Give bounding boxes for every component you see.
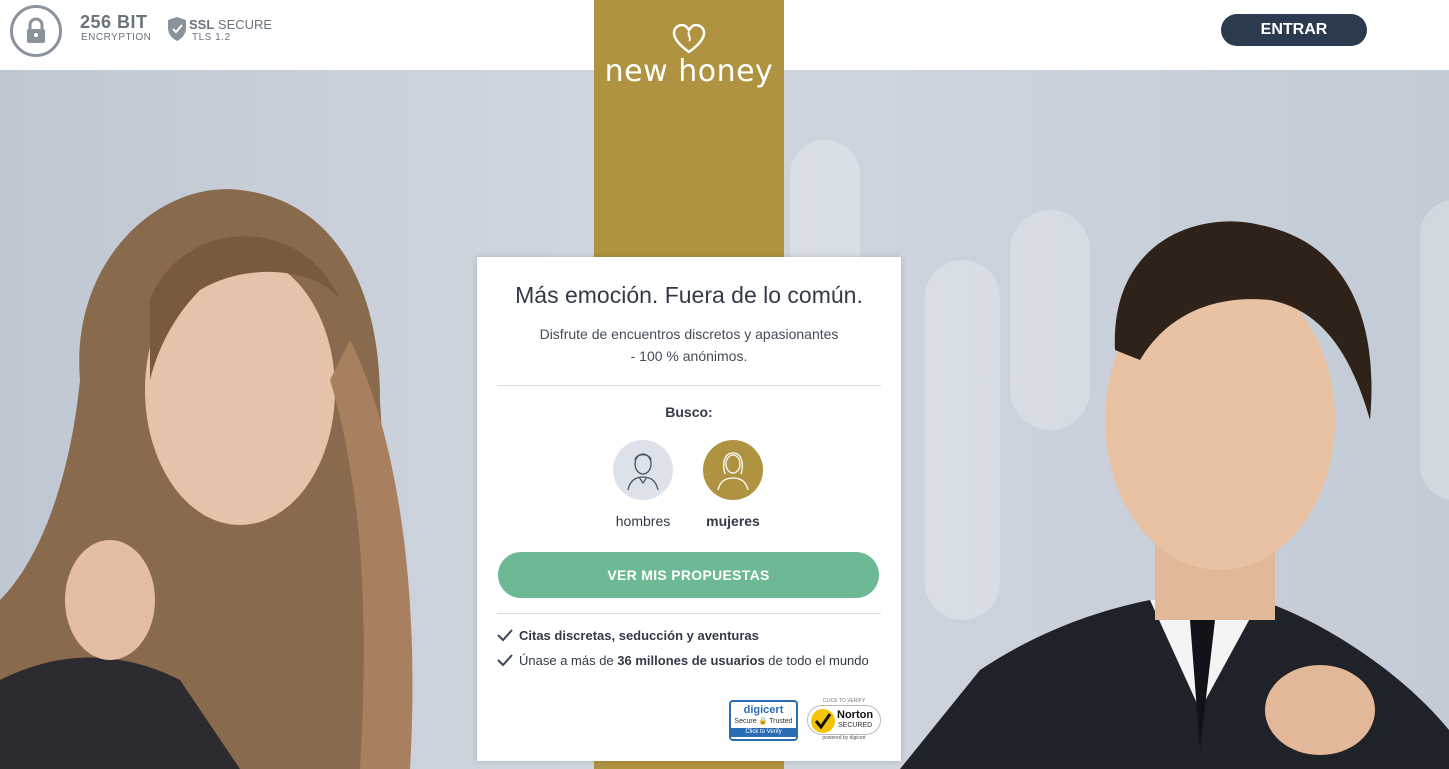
- benefit-text: Únase a más de: [519, 653, 618, 668]
- divider: [497, 385, 881, 386]
- benefit-item: Citas discretas, seducción y aventuras: [497, 627, 877, 644]
- man-photo: [900, 221, 1449, 769]
- norton-name: Norton: [837, 709, 874, 721]
- heart-icon: [672, 24, 706, 54]
- digicert-name: digicert: [743, 704, 784, 716]
- norton-badge[interactable]: CLICK TO VERIFY Norton SECURED powered b…: [807, 698, 881, 742]
- seeking-label: Busco:: [665, 404, 713, 420]
- benefit-highlight: 36 millones de usuarios: [617, 653, 765, 668]
- encryption-title: 256 BIT: [80, 12, 148, 32]
- norton-top: CLICK TO VERIFY: [822, 698, 866, 704]
- norton-secured: SECURED: [838, 722, 873, 729]
- ssl-secure-title: SSL SECURE: [189, 17, 272, 32]
- man-icon[interactable]: [613, 440, 673, 500]
- option-men[interactable]: hombres: [603, 440, 683, 529]
- benefit-item: Únase a más de 36 millones de usuarios d…: [497, 652, 877, 669]
- divider: [497, 613, 881, 614]
- ssl-label: SSL: [189, 17, 215, 32]
- view-proposals-button[interactable]: VER MIS PROPUESTAS: [498, 552, 879, 598]
- encryption-subtitle: ENCRYPTION: [81, 32, 152, 43]
- secure-label: SECURE: [214, 17, 273, 32]
- digicert-verify: Click to Verify: [731, 728, 796, 737]
- woman-photo: [0, 189, 413, 769]
- benefit-text: de todo el mundo: [764, 653, 869, 668]
- option-men-label: hombres: [615, 513, 671, 529]
- subtitle-line-2: - 100 % anónimos.: [630, 348, 748, 364]
- digicert-secure: Secure: [734, 718, 757, 725]
- benefit-text: Citas discretas, seducción y aventuras: [519, 628, 759, 643]
- padlock-icon: [27, 17, 45, 43]
- card-subtitle: Disfrute de encuentros discretos y apasi…: [517, 323, 861, 367]
- option-women-label: mujeres: [706, 513, 760, 529]
- option-women[interactable]: mujeres: [693, 440, 773, 529]
- woman-icon[interactable]: [703, 440, 763, 500]
- tls-version: TLS 1.2: [192, 32, 231, 43]
- logo[interactable]: new honey: [594, 24, 784, 104]
- digicert-badge[interactable]: digicert Secure 🔒 Trusted Click to Verif…: [729, 700, 798, 741]
- login-button[interactable]: ENTRAR: [1221, 14, 1367, 46]
- subtitle-line-1: Disfrute de encuentros discretos y apasi…: [539, 326, 839, 342]
- norton-powered: powered by digicert: [822, 735, 866, 741]
- secure-lock-badge: [10, 5, 62, 57]
- norton-check-icon: [811, 709, 835, 733]
- logo-text: new honey: [604, 54, 774, 89]
- card-title: Más emoción. Fuera de lo común.: [515, 282, 863, 308]
- digicert-trusted: Trusted: [769, 718, 793, 725]
- signup-card: Más emoción. Fuera de lo común. Disfrute…: [477, 257, 901, 761]
- norton-seal: Norton SECURED: [807, 705, 881, 735]
- checkmark-icon: [497, 654, 513, 667]
- checkmark-icon: [497, 629, 513, 642]
- shield-icon: [168, 17, 186, 41]
